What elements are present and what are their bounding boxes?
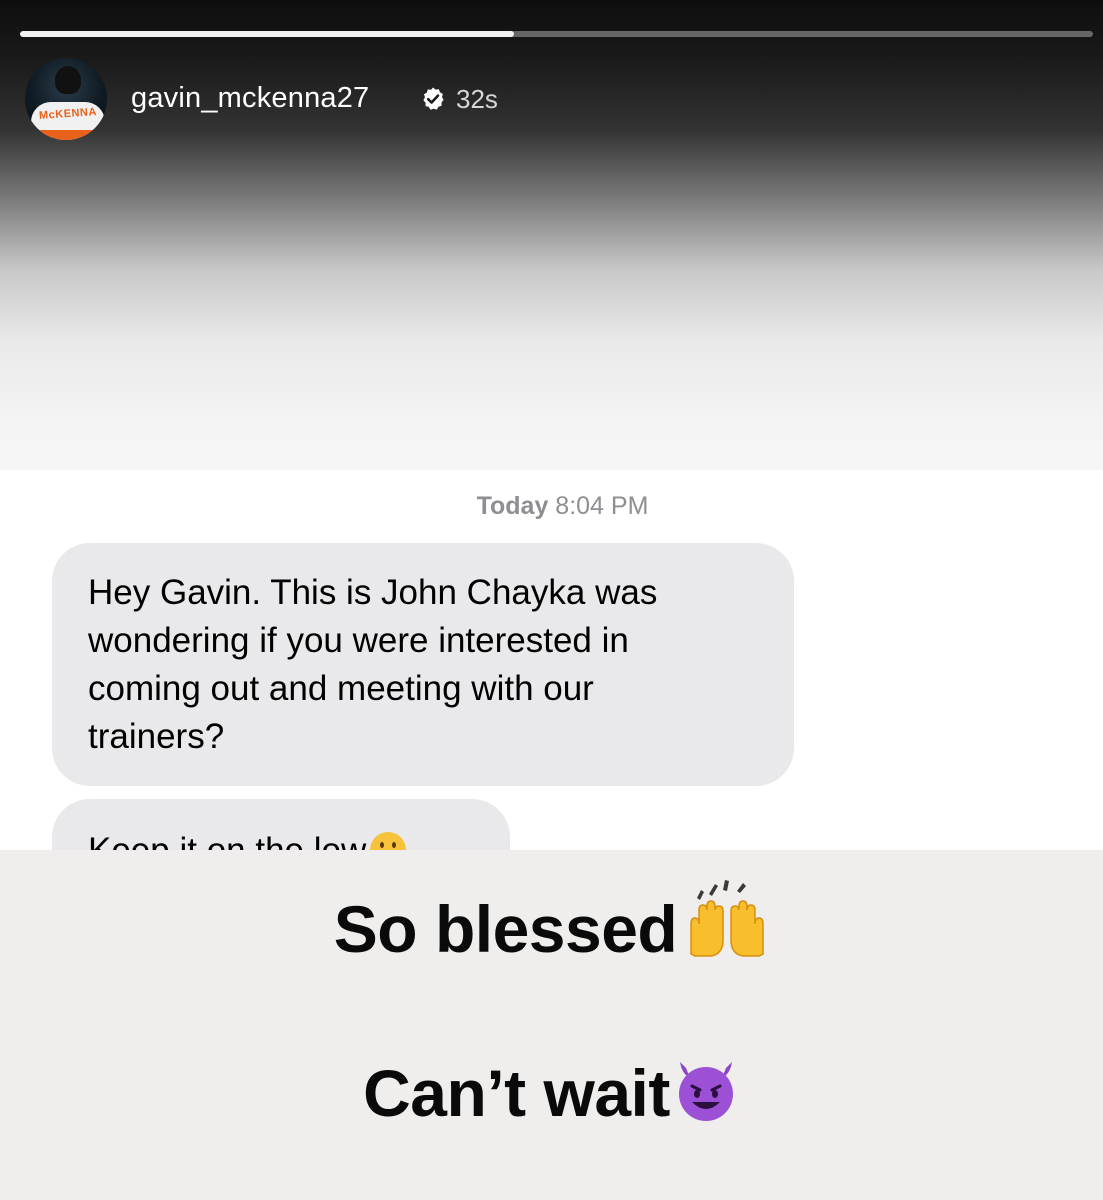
story-progress-fill <box>20 31 514 37</box>
message-screenshot: Today 8:04 PM Hey Gavin. This is John Ch… <box>0 470 1103 850</box>
message-line: wondering if you were interested in <box>88 621 629 660</box>
story-background <box>0 0 1103 470</box>
message-timestamp-day: Today <box>476 492 549 520</box>
message-bubble: Hey Gavin. This is John Chayka was wonde… <box>52 543 794 786</box>
story-view[interactable]: McKENNA gavin_mckenna27 32s Today 8:04 P… <box>0 0 1103 1200</box>
message-line: coming out and meeting with our <box>88 669 594 708</box>
caption-text: So blessed <box>333 892 678 966</box>
caption-cant-wait: Can’t wait <box>0 1055 1103 1131</box>
message-line: Keep it on the low <box>88 827 480 850</box>
raising-hands-icon <box>690 880 764 957</box>
message-bubble: Keep it on the low <box>52 799 510 850</box>
avatar-jersey-stripe <box>31 130 105 140</box>
smiling-devil-icon <box>678 1062 733 1121</box>
message-timestamp: Today 8:04 PM <box>0 492 1103 521</box>
verified-badge-icon <box>423 87 444 110</box>
caption-text: Can’t wait <box>363 1056 670 1130</box>
message-line: Hey Gavin. This is John Chayka was <box>88 573 658 612</box>
message-timestamp-time: 8:04 PM <box>555 492 649 520</box>
caption-so-blessed: So blessed <box>0 880 1103 967</box>
message-line-text: Keep it on the low <box>88 831 366 850</box>
shushing-face-icon <box>370 832 407 850</box>
caption-area: So blessed Can’t wait <box>0 850 1103 1200</box>
message-line: trainers? <box>88 717 225 756</box>
story-progress-bar <box>20 31 1093 37</box>
avatar[interactable]: McKENNA <box>25 58 107 140</box>
username[interactable]: gavin_mckenna27 <box>131 80 369 116</box>
story-time-ago: 32s <box>456 84 498 114</box>
avatar-helmet <box>55 66 81 94</box>
